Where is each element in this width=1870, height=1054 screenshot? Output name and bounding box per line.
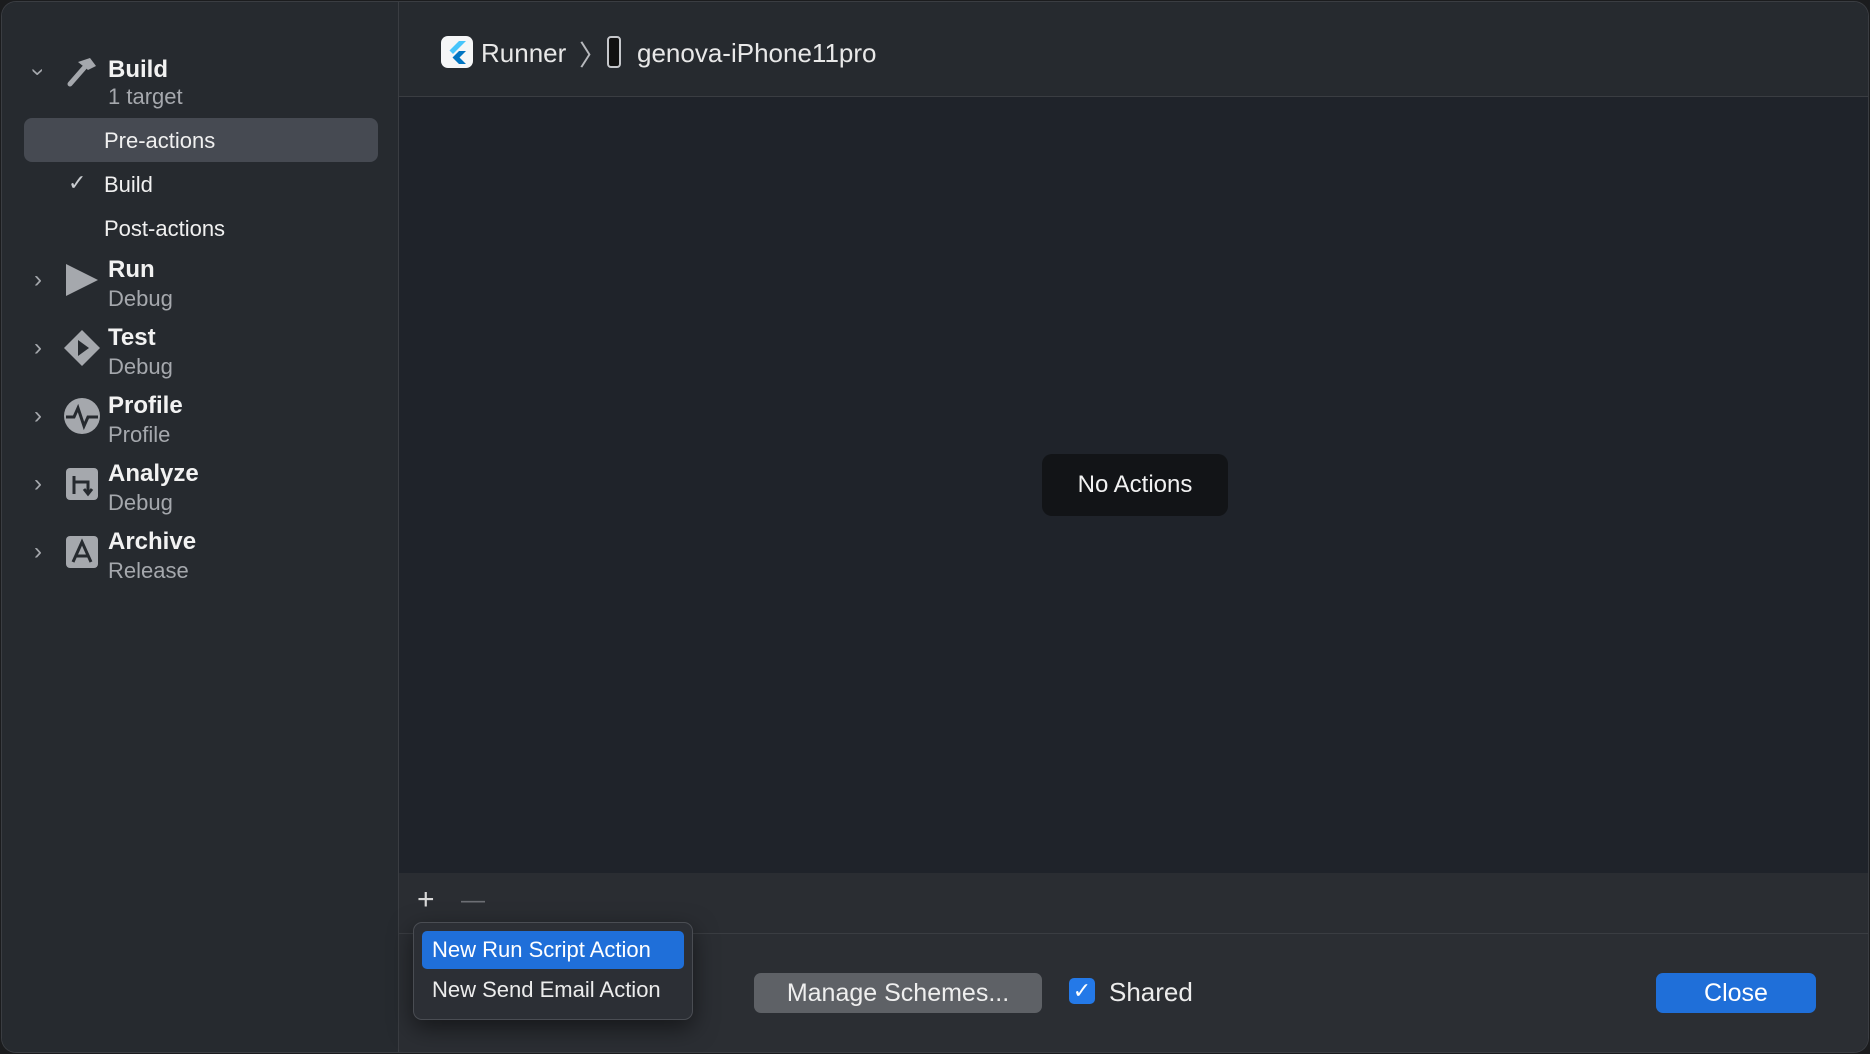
section-title: Run (108, 256, 155, 283)
checkmark-icon: ✓ (68, 170, 87, 195)
waveform-icon (64, 398, 100, 434)
sidebar-section-profile[interactable]: › Profile Profile (2, 388, 398, 450)
flutter-app-icon (441, 36, 473, 68)
sidebar-section-analyze[interactable]: › Analyze Debug (2, 456, 398, 518)
section-subtitle: Debug (108, 490, 173, 515)
manage-schemes-button[interactable]: Manage Schemes... (754, 973, 1042, 1013)
chevron-right-icon[interactable]: › (28, 336, 48, 360)
section-title: Profile (108, 392, 183, 419)
sidebar-item-label: Pre-actions (104, 128, 216, 153)
section-title: Test (108, 324, 156, 351)
sidebar-item-post-actions[interactable]: Post-actions (24, 206, 378, 250)
add-action-menu: New Run Script Action New Send Email Act… (413, 922, 693, 1020)
sidebar-item-label: Post-actions (104, 216, 226, 241)
breadcrumb-device[interactable]: genova-iPhone11pro (637, 38, 876, 69)
section-subtitle: Profile (108, 422, 171, 447)
play-icon (66, 264, 98, 296)
sidebar-section-test[interactable]: › Test Debug (2, 320, 398, 382)
section-subtitle: 1 target (108, 84, 183, 109)
scheme-editor-window: › Build 1 target Pre-actions ✓ Build Pos… (2, 2, 1868, 1052)
chevron-right-icon[interactable]: › (28, 540, 48, 564)
add-action-button[interactable]: + (417, 883, 435, 917)
section-subtitle: Debug (108, 286, 173, 311)
iphone-device-icon (607, 36, 621, 68)
sidebar-item-label: Build (104, 172, 153, 197)
scheme-sidebar: › Build 1 target Pre-actions ✓ Build Pos… (2, 2, 399, 1052)
scheme-header: Runner 〉 genova-iPhone11pro (399, 2, 1868, 97)
chevron-right-icon[interactable]: › (28, 404, 48, 428)
sidebar-section-run[interactable]: › Run Debug (2, 252, 398, 314)
remove-action-button[interactable]: — (461, 887, 485, 915)
chevron-down-icon[interactable]: › (25, 62, 52, 82)
breadcrumb-scheme[interactable]: Runner (481, 38, 566, 69)
close-button[interactable]: Close (1656, 973, 1816, 1013)
shared-label: Shared (1109, 977, 1193, 1007)
shared-checkbox[interactable]: ✓ (1069, 978, 1095, 1004)
menu-item-new-run-script[interactable]: New Run Script Action (422, 931, 684, 969)
section-subtitle: Debug (108, 354, 173, 379)
section-subtitle: Release (108, 558, 189, 583)
section-title: Build (108, 56, 168, 83)
chevron-right-icon[interactable]: › (28, 472, 48, 496)
analyze-icon (66, 468, 98, 500)
chevron-right-icon[interactable]: › (28, 268, 48, 292)
hammer-icon (67, 58, 96, 87)
breadcrumb-separator-icon: 〉 (579, 40, 608, 71)
test-diamond-icon (64, 330, 100, 366)
actions-content-area: No Actions (399, 97, 1868, 873)
empty-state-label: No Actions (1042, 454, 1228, 516)
sidebar-section-archive[interactable]: › Archive Release (2, 524, 398, 586)
sidebar-item-build[interactable]: ✓ Build (24, 162, 378, 206)
archive-icon (66, 536, 98, 568)
section-title: Analyze (108, 460, 199, 487)
sidebar-section-build[interactable]: › Build 1 target (2, 42, 398, 109)
menu-item-new-send-email[interactable]: New Send Email Action (422, 971, 684, 1009)
flutter-logo-icon (449, 41, 466, 64)
sidebar-item-pre-actions[interactable]: Pre-actions (24, 118, 378, 162)
section-title: Archive (108, 528, 197, 555)
